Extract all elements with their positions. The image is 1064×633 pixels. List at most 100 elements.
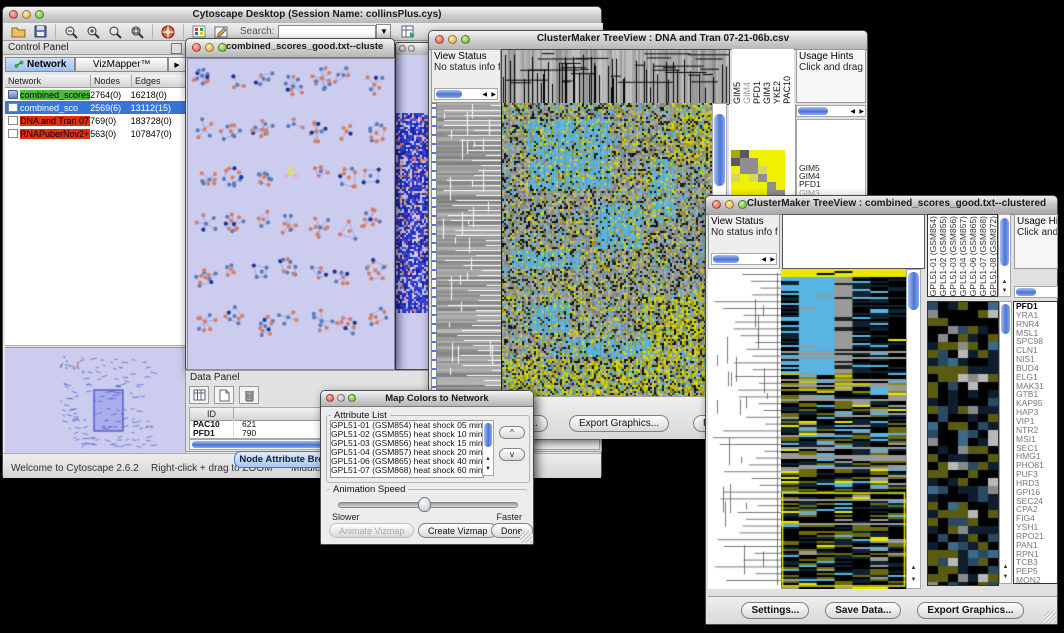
help-lifering-icon[interactable] [157, 23, 179, 40]
tv2-gene-labels[interactable]: PFD1YRA1RNR4MSL1SPC98CLN1NIS1BUD4ELG1MAK… [1013, 301, 1058, 584]
close-icon[interactable] [712, 200, 721, 209]
network-row[interactable]: combined_scores2764(0)16218(0) [5, 88, 186, 101]
scroll-down-icon[interactable]: ▼ [907, 577, 920, 584]
behind-network-canvas-area[interactable] [396, 55, 432, 369]
matrix-cell[interactable] [767, 182, 776, 190]
select-attributes-icon[interactable] [189, 386, 209, 404]
matrix-cell[interactable] [731, 174, 740, 182]
matrix-cell[interactable] [758, 182, 767, 190]
zoom-selected-icon[interactable] [126, 23, 148, 40]
matrix-cell[interactable] [758, 150, 767, 158]
vscroll-thumb[interactable] [1001, 304, 1010, 334]
matrix-cell[interactable] [731, 158, 740, 166]
create-vizmap-button[interactable]: Create Vizmap [418, 523, 497, 538]
tv1-row-dendrogram[interactable] [437, 103, 501, 396]
minimize-icon[interactable] [725, 200, 734, 209]
tv1-correlation-matrix[interactable] [731, 150, 785, 198]
tab-vizmapper[interactable]: VizMapper™ [75, 57, 168, 72]
matrix-cell[interactable] [731, 150, 740, 158]
tab-overflow-arrow[interactable]: ▶ [168, 57, 186, 72]
column-header-edges[interactable]: Edges [132, 75, 186, 88]
import-table-icon[interactable] [397, 23, 419, 40]
float-panel-icon[interactable] [171, 43, 182, 54]
matrix-cell[interactable] [731, 182, 740, 190]
scroll-up-icon[interactable]: ▲ [999, 279, 1010, 286]
matrix-cell[interactable] [767, 174, 776, 182]
minimize-icon[interactable] [448, 35, 457, 44]
minimize-icon[interactable] [408, 45, 415, 52]
vscroll-thumb[interactable] [714, 114, 725, 186]
delete-attribute-icon[interactable] [239, 386, 259, 404]
tab-network[interactable]: Network [5, 57, 75, 72]
tv2-column-label[interactable]: GPL51-03 (GSM856) [948, 216, 958, 296]
matrix-cell[interactable] [740, 166, 749, 174]
tv2-column-dendrogram[interactable] [782, 214, 925, 269]
tv2-collabel-vscrollbar[interactable]: ▲ ▼ [998, 214, 1011, 297]
tv1-column-labels[interactable]: GIM5GIM4PFD1GIM3YKE2PAC10 [732, 49, 794, 105]
scroll-down-icon[interactable]: ▼ [999, 288, 1010, 295]
minimize-icon[interactable] [205, 43, 214, 52]
scroll-down-icon[interactable]: ▼ [1000, 574, 1011, 581]
zoom-window-icon[interactable] [35, 10, 44, 19]
attribute-list[interactable]: GPL51-01 (GSM854) heat shock 05 minGPL51… [330, 420, 484, 478]
animate-vizmap-button[interactable]: Animate Vizmap [329, 523, 414, 538]
scroll-down-icon[interactable]: ▼ [483, 466, 493, 473]
matrix-cell[interactable] [749, 150, 758, 158]
search-input[interactable] [278, 25, 376, 39]
zoom-out-icon[interactable] [60, 23, 82, 40]
tv2-column-label[interactable]: GPL51-01 (GSM854) [928, 216, 938, 296]
zoom-fit-icon[interactable] [104, 23, 126, 40]
matrix-cell[interactable] [767, 158, 776, 166]
dialog-titlebar[interactable]: Map Colors to Network [321, 391, 533, 407]
gene-label[interactable]: MON2 [1016, 576, 1057, 584]
tv2-save-data-button[interactable]: Save Data... [825, 602, 901, 619]
matrix-cell[interactable] [776, 182, 785, 190]
matrix-cell[interactable] [776, 158, 785, 166]
tv1-heatmap[interactable] [501, 103, 712, 396]
vscroll-thumb[interactable] [1000, 218, 1009, 266]
tv2-row-dendrogram[interactable] [708, 269, 781, 589]
birdseye-canvas[interactable] [6, 349, 185, 453]
tv2-export-graphics-button[interactable]: Export Graphics... [917, 602, 1023, 619]
network-titlebar[interactable]: combined_scores_good.txt--cluste... [186, 39, 394, 58]
zoom-window-icon[interactable] [738, 200, 747, 209]
matrix-cell[interactable] [776, 166, 785, 174]
tv1-column-dendrogram[interactable] [501, 49, 730, 105]
scroll-right-icon[interactable]: ▶ [859, 108, 864, 115]
tv2-column-label[interactable]: GPL51-07 (GSM868) [978, 216, 988, 296]
matrix-cell[interactable] [731, 166, 740, 174]
window-controls[interactable] [9, 10, 44, 19]
treeview2-titlebar[interactable]: ClusterMaker TreeView : combined_scores_… [706, 196, 1057, 215]
attribute-list-vscrollbar[interactable]: ▲ ▼ [482, 420, 494, 476]
tv2-vscrollbar[interactable]: ▲ ▼ [906, 269, 921, 589]
close-icon[interactable] [399, 45, 406, 52]
tv1-column-label[interactable]: PAC10 [782, 76, 792, 104]
zoom-window-icon[interactable] [348, 394, 356, 402]
close-icon[interactable] [9, 10, 18, 19]
tv1-column-label[interactable]: YKE2 [772, 81, 782, 104]
tv2-column-label[interactable]: GPL51-08 (GSM872) [988, 216, 998, 296]
zoom-window-icon[interactable] [461, 35, 470, 44]
minimize-icon[interactable] [22, 10, 31, 19]
tv1-status-hscrollbar[interactable]: ◀ ▶ [434, 88, 498, 100]
tv2-column-label[interactable]: GPL51-06 (GSM865) [968, 216, 978, 296]
save-session-icon[interactable] [29, 23, 51, 40]
matrix-cell[interactable] [758, 174, 767, 182]
scroll-left-icon[interactable]: ◀ [482, 91, 487, 98]
vscroll-thumb[interactable] [908, 272, 919, 310]
matrix-cell[interactable] [749, 166, 758, 174]
matrix-cell[interactable] [749, 158, 758, 166]
scroll-left-icon[interactable]: ◀ [850, 108, 855, 115]
tv2-heatmap[interactable] [781, 269, 906, 589]
tv2-zoom-vscrollbar[interactable]: ▲ ▼ [999, 301, 1012, 584]
tv1-column-label[interactable]: GIM4 [742, 82, 752, 104]
matrix-cell[interactable] [758, 166, 767, 174]
network-row[interactable]: RNAPuberNov2+!563(0)107847(0) [5, 127, 186, 140]
resize-grip[interactable] [520, 531, 532, 543]
matrix-cell[interactable] [740, 182, 749, 190]
tv2-zoom-heatmap[interactable] [927, 301, 999, 586]
tv2-column-labels[interactable]: GPL51-01 (GSM854)GPL51-02 (GSM855)GPL51-… [927, 214, 998, 297]
create-attribute-icon[interactable] [214, 386, 234, 404]
tv1-column-label[interactable]: GIM5 [732, 82, 742, 104]
hscroll-thumb[interactable] [436, 90, 462, 98]
